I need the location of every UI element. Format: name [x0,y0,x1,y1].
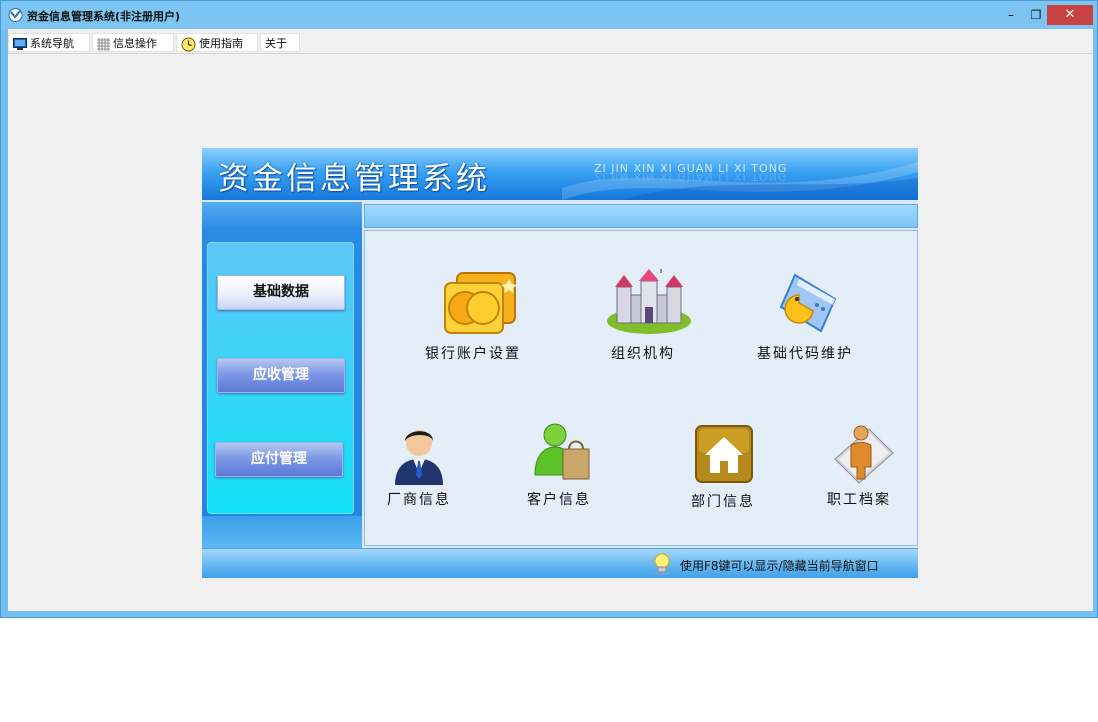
banner-pinyin-reflection: ZI JIN XIN XI GUAN LI XI TONG [594,170,788,183]
tile-organization[interactable]: 组织机构 [601,269,697,369]
sidebar-footer [202,516,362,548]
clock-icon [181,37,196,51]
tile-label: 基础代码维护 [757,346,853,362]
gold-coins-icon [444,272,517,334]
employee-file-icon [834,425,894,484]
tile-label: 部门信息 [691,494,755,510]
tile-label: 客户信息 [527,492,591,508]
castle-icon [607,269,691,334]
menu-system-nav[interactable]: 系统导航 [8,33,90,52]
tile-label: 组织机构 [611,346,675,362]
menu-label: 使用指南 [199,37,243,50]
close-button[interactable]: ✕ [1047,5,1093,25]
status-bar: 使用F8键可以显示/隐藏当前导航窗口 [202,548,918,578]
tile-label: 职工档案 [827,492,891,508]
house-icon [695,425,753,483]
tile-department-info[interactable]: 部门信息 [691,425,771,513]
restore-button[interactable]: ❐ [1025,5,1047,25]
menu-user-guide[interactable]: 使用指南 [176,33,258,52]
tile-vendor-info[interactable]: 厂商信息 [387,423,467,513]
status-hint: 使用F8键可以显示/隐藏当前导航窗口 [680,559,879,573]
customer-bag-icon [534,423,590,480]
app-window: 资金信息管理系统(非注册用户) – ❐ ✕ 系统导航 信息操作 使用指南 关于 … [0,0,1098,618]
client-area: 系统导航 信息操作 使用指南 关于 资金信息管理系统 ZI JIN XIN XI… [8,29,1093,611]
businessman-icon [395,430,443,485]
banner-title: 资金信息管理系统 [218,161,490,197]
lightbulb-icon [654,553,670,575]
sidebar-button-basic-data[interactable]: 基础数据 [217,275,345,310]
sidebar-button-receivables[interactable]: 应收管理 [217,358,345,393]
menu-label: 关于 [265,37,287,50]
window-title: 资金信息管理系统(非注册用户) [27,10,181,23]
sidebar-header [202,202,362,228]
pacman-book-icon [779,273,837,333]
banner: 资金信息管理系统 ZI JIN XIN XI GUAN LI XI TONG Z… [202,148,918,200]
sidebar-button-payables[interactable]: 应付管理 [215,442,343,477]
content-area: 银行账户设置 组织机构 基础代码维护 厂商信息 客户信息 部门信息 职工档案 [364,230,918,546]
navigation-panel: 资金信息管理系统 ZI JIN XIN XI GUAN LI XI TONG Z… [202,148,918,578]
monitor-icon [13,38,27,50]
tile-bank-account[interactable]: 银行账户设置 [425,269,545,369]
tile-label: 厂商信息 [387,492,451,508]
grid-icon [97,37,110,51]
content-header [364,204,918,228]
title-bar[interactable]: 资金信息管理系统(非注册用户) – ❐ ✕ [1,1,1097,29]
tile-basic-code[interactable]: 基础代码维护 [757,269,867,369]
tile-customer-info[interactable]: 客户信息 [527,419,607,513]
tile-label: 银行账户设置 [425,346,521,362]
tile-employee-files[interactable]: 职工档案 [827,419,907,513]
menu-label: 系统导航 [30,37,74,50]
minimize-button[interactable]: – [997,5,1025,25]
menu-label: 信息操作 [113,37,157,50]
menu-bar: 系统导航 信息操作 使用指南 关于 [8,31,1093,54]
menu-about[interactable]: 关于 [260,33,300,52]
menu-info-ops[interactable]: 信息操作 [92,33,174,52]
app-logo-icon [8,8,23,22]
